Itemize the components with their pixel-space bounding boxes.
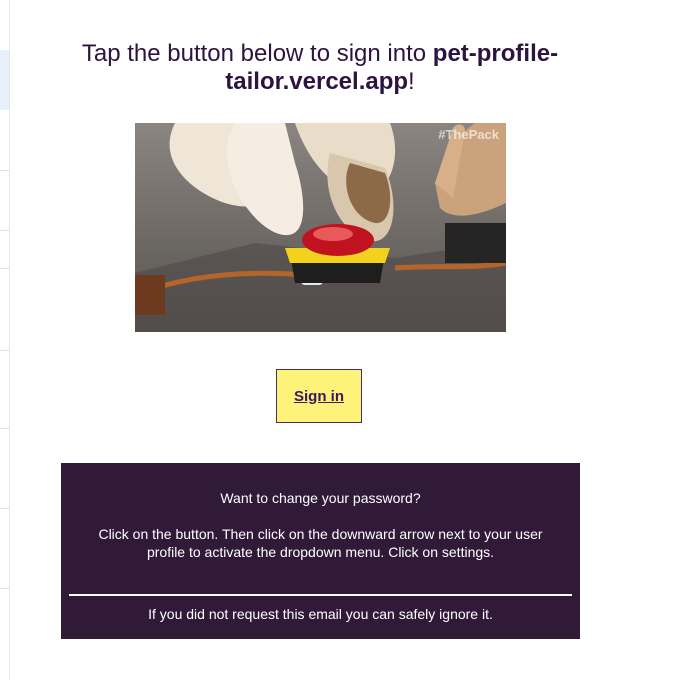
left-pane-divider xyxy=(0,508,9,509)
left-pane-divider xyxy=(0,268,9,269)
email-headline: Tap the button below to sign into pet-pr… xyxy=(60,40,580,96)
hero-watermark: #ThePack xyxy=(438,127,499,142)
password-instructions: Click on the button. Then click on the d… xyxy=(98,526,543,560)
left-pane-divider xyxy=(0,428,9,429)
ignore-notice: If you did not request this email you ca… xyxy=(148,606,493,622)
left-pane-divider xyxy=(0,170,9,171)
password-info-box: Want to change your password? Click on t… xyxy=(61,463,580,639)
left-pane-divider xyxy=(0,230,9,231)
left-pane-divider xyxy=(0,588,9,589)
password-question: Want to change your password? xyxy=(220,490,421,506)
headline-prefix: Tap the button below to sign into xyxy=(81,40,433,67)
left-pane-selected-row xyxy=(0,50,9,110)
left-pane-divider xyxy=(0,350,9,351)
hero-image: #ThePack xyxy=(135,123,506,332)
headline-suffix: ! xyxy=(408,68,415,95)
sign-in-button[interactable]: Sign in xyxy=(276,369,362,423)
divider xyxy=(69,594,572,596)
dog-pressing-button-icon: #ThePack xyxy=(135,123,506,332)
left-pane-edge xyxy=(0,0,10,680)
sign-in-link[interactable]: Sign in xyxy=(294,388,344,405)
